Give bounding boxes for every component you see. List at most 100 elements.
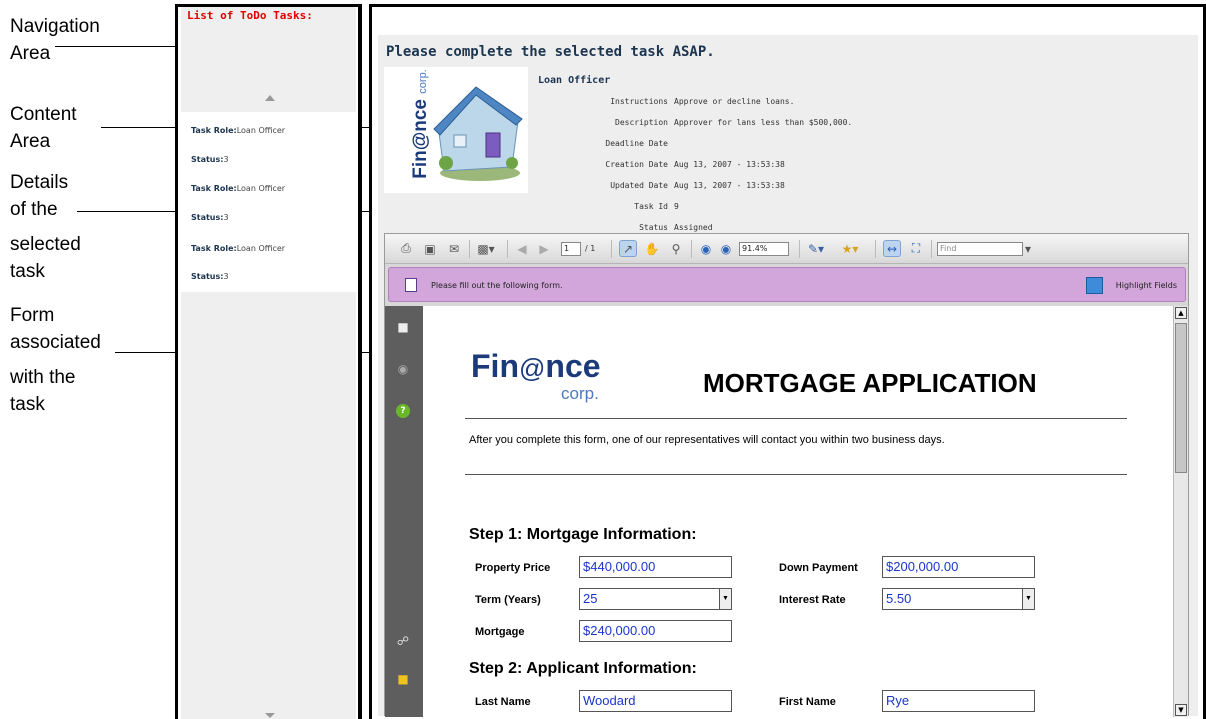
toolbar-divider bbox=[507, 240, 508, 258]
task-list: Task Role:Loan Officer Status:3 Task Rol… bbox=[181, 112, 356, 292]
down-payment-field[interactable]: $200,000.00 bbox=[882, 556, 1035, 578]
select-tool-icon[interactable]: ↗ bbox=[619, 240, 637, 257]
task-item[interactable]: Task Role:Loan Officer bbox=[191, 184, 285, 193]
pdf-scrollbar[interactable]: ▲ ▼ bbox=[1173, 306, 1188, 717]
form-title: MORTGAGE APPLICATION bbox=[703, 368, 1037, 398]
scroll-down-icon[interactable]: ▼ bbox=[1175, 704, 1187, 716]
first-name-label: First Name bbox=[779, 696, 836, 708]
save-icon[interactable]: ▣ bbox=[421, 240, 439, 257]
navigation-panel: List of ToDo Tasks: Task Role:Loan Offic… bbox=[175, 4, 362, 719]
step-2-heading: Step 2: Applicant Information: bbox=[469, 660, 697, 677]
task-role-label: Task Role: bbox=[191, 126, 237, 135]
annotation-leader-line bbox=[55, 46, 177, 47]
find-options-icon[interactable]: ▾ bbox=[1023, 240, 1033, 257]
annotation-text: Content bbox=[10, 104, 77, 125]
scroll-up-arrow-icon[interactable] bbox=[265, 95, 275, 101]
house-icon bbox=[433, 86, 523, 181]
fit-width-icon[interactable]: ↔ bbox=[883, 240, 901, 257]
detail-label: Updated Date bbox=[610, 181, 668, 190]
email-icon[interactable]: ✉ bbox=[445, 240, 463, 257]
form-intro: After you complete this form, one of our… bbox=[469, 434, 945, 446]
detail-label: Task Id bbox=[634, 202, 668, 211]
toolbar-divider bbox=[469, 240, 470, 258]
term-select[interactable]: 25 ▼ bbox=[579, 588, 732, 610]
divider bbox=[465, 474, 1127, 475]
mortgage-field[interactable]: $240,000.00 bbox=[579, 620, 732, 642]
annotation-text: Details bbox=[10, 172, 69, 193]
task-status-value: 3 bbox=[223, 155, 229, 164]
toolbar-divider bbox=[611, 240, 612, 258]
task-role-value: Loan Officer bbox=[236, 126, 286, 135]
finance-logo-sub: corp. bbox=[561, 384, 599, 403]
hand-tool-icon[interactable]: ✋ bbox=[643, 240, 661, 257]
find-input[interactable]: Find bbox=[937, 242, 1023, 256]
mortgage-label: Mortgage bbox=[475, 626, 525, 638]
annotation-text: with the bbox=[10, 367, 76, 388]
property-price-field[interactable]: $440,000.00 bbox=[579, 556, 732, 578]
panel-divider bbox=[358, 4, 361, 719]
document-tools-icon[interactable]: ▩▾ bbox=[477, 240, 495, 257]
zoom-out-icon[interactable]: ◉ bbox=[697, 240, 715, 257]
term-label: Term (Years) bbox=[475, 594, 541, 606]
interest-rate-select[interactable]: 5.50 ▼ bbox=[882, 588, 1035, 610]
annotation-text: Navigation bbox=[10, 16, 100, 37]
task-status[interactable]: Status:3 bbox=[191, 272, 229, 281]
next-page-icon[interactable]: ▶ bbox=[535, 240, 553, 257]
navigation-panel-body: List of ToDo Tasks: Task Role:Loan Offic… bbox=[181, 7, 356, 719]
binoculars-icon[interactable]: ◉ bbox=[396, 362, 410, 376]
interest-rate-label: Interest Rate bbox=[779, 594, 846, 606]
toolbar-divider bbox=[931, 240, 932, 258]
pdf-toolbar: ⎙ ▣ ✉ ▩▾ ◀ ▶ 1 / 1 ↗ ✋ ⚲ ◉ ◉ 91.4% ✎▾ ★▾… bbox=[385, 234, 1188, 264]
scroll-thumb[interactable] bbox=[1175, 323, 1187, 473]
down-payment-label: Down Payment bbox=[779, 562, 858, 574]
task-item[interactable]: Task Role:Loan Officer bbox=[191, 126, 285, 135]
detail-label: Status bbox=[639, 223, 668, 232]
pages-icon[interactable]: ■ bbox=[396, 320, 410, 334]
attachment-icon[interactable]: ☍ bbox=[396, 634, 410, 648]
task-details-area: Please complete the selected task ASAP. … bbox=[378, 35, 1198, 717]
form-notification-bar: Please fill out the following form. High… bbox=[388, 267, 1186, 302]
highlight-fields-icon[interactable] bbox=[1086, 277, 1103, 294]
annotation-text: of the bbox=[10, 199, 58, 220]
dropdown-arrow-icon[interactable]: ▼ bbox=[1022, 589, 1034, 609]
detail-value: Aug 13, 2007 - 13:53:38 bbox=[674, 181, 785, 190]
print-icon[interactable]: ⎙ bbox=[397, 240, 415, 257]
zoom-tool-icon[interactable]: ⚲ bbox=[667, 240, 685, 257]
zoom-level-select[interactable]: 91.4% bbox=[739, 242, 789, 256]
detail-label: Description bbox=[615, 118, 668, 127]
pdf-sidebar: ■ ◉ ? ☍ ■ bbox=[385, 306, 423, 717]
toolbar-divider bbox=[799, 240, 800, 258]
task-status-label: Status: bbox=[191, 213, 224, 222]
property-price-label: Property Price bbox=[475, 562, 551, 574]
comments-icon[interactable]: ■ bbox=[396, 672, 410, 686]
task-role-title: Loan Officer bbox=[538, 75, 611, 86]
detail-value: Assigned bbox=[674, 223, 713, 232]
help-icon[interactable]: ? bbox=[396, 404, 410, 418]
page-number-input[interactable]: 1 bbox=[561, 242, 581, 256]
finance-logo: Fin@nce bbox=[471, 348, 601, 384]
zoom-in-icon[interactable]: ◉ bbox=[717, 240, 735, 257]
todo-list-title: List of ToDo Tasks: bbox=[187, 9, 313, 22]
dropdown-arrow-icon[interactable]: ▼ bbox=[719, 589, 731, 609]
step-1-heading: Step 1: Mortgage Information: bbox=[469, 526, 697, 543]
last-name-field[interactable]: Woodard bbox=[579, 690, 732, 712]
task-status-value: 3 bbox=[223, 272, 229, 281]
scroll-down-arrow-icon[interactable] bbox=[265, 713, 275, 718]
first-name-field[interactable]: Rye bbox=[882, 690, 1035, 712]
comment-tool-icon[interactable]: ★▾ bbox=[841, 240, 859, 257]
previous-page-icon[interactable]: ◀ bbox=[513, 240, 531, 257]
task-status-value: 3 bbox=[223, 213, 229, 222]
divider bbox=[465, 418, 1127, 419]
fit-page-icon[interactable]: ⛶ bbox=[907, 240, 925, 257]
content-panel: Please complete the selected task ASAP. … bbox=[369, 4, 1206, 719]
scroll-up-icon[interactable]: ▲ bbox=[1175, 307, 1187, 319]
highlight-fields-button[interactable]: Highlight Fields bbox=[1116, 281, 1177, 290]
task-status[interactable]: Status:3 bbox=[191, 155, 229, 164]
company-logo: Fin@nce corp. bbox=[384, 67, 528, 193]
sign-tool-icon[interactable]: ✎▾ bbox=[807, 240, 825, 257]
detail-label: Instructions bbox=[610, 97, 668, 106]
task-status[interactable]: Status:3 bbox=[191, 213, 229, 222]
task-item[interactable]: Task Role:Loan Officer bbox=[191, 244, 285, 253]
pdf-viewer: ⎙ ▣ ✉ ▩▾ ◀ ▶ 1 / 1 ↗ ✋ ⚲ ◉ ◉ 91.4% ✎▾ ★▾… bbox=[384, 233, 1189, 717]
toolbar-divider bbox=[691, 240, 692, 258]
